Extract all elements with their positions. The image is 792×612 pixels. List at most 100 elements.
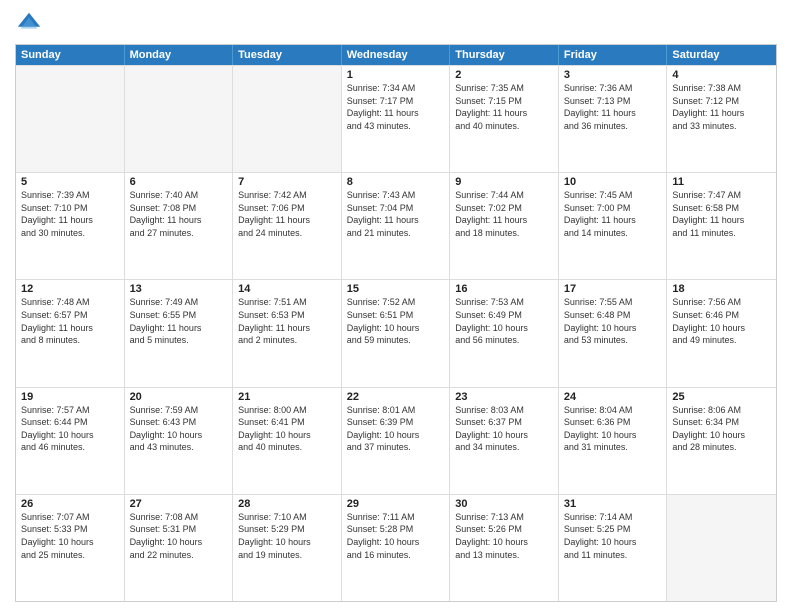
cell-info-line: Sunset: 7:08 PM: [130, 202, 228, 215]
day-cell-16: 16Sunrise: 7:53 AMSunset: 6:49 PMDayligh…: [450, 280, 559, 386]
cell-info-line: Sunrise: 7:49 AM: [130, 296, 228, 309]
day-number: 30: [455, 498, 553, 510]
day-cell-13: 13Sunrise: 7:49 AMSunset: 6:55 PMDayligh…: [125, 280, 234, 386]
cell-info-line: Sunset: 6:55 PM: [130, 309, 228, 322]
calendar-body: 1Sunrise: 7:34 AMSunset: 7:17 PMDaylight…: [16, 65, 776, 601]
cell-info-line: Sunrise: 7:36 AM: [564, 82, 662, 95]
cell-info-line: Sunrise: 8:01 AM: [347, 404, 445, 417]
day-cell-21: 21Sunrise: 8:00 AMSunset: 6:41 PMDayligh…: [233, 388, 342, 494]
cell-info-line: Daylight: 10 hours: [564, 322, 662, 335]
day-number: 21: [238, 391, 336, 403]
week-row-1: 1Sunrise: 7:34 AMSunset: 7:17 PMDaylight…: [16, 65, 776, 172]
calendar: SundayMondayTuesdayWednesdayThursdayFrid…: [15, 44, 777, 602]
day-cell-30: 30Sunrise: 7:13 AMSunset: 5:26 PMDayligh…: [450, 495, 559, 601]
cell-info-line: Sunrise: 7:45 AM: [564, 189, 662, 202]
day-cell-18: 18Sunrise: 7:56 AMSunset: 6:46 PMDayligh…: [667, 280, 776, 386]
cell-info-line: and 33 minutes.: [672, 120, 771, 133]
day-number: 19: [21, 391, 119, 403]
day-cell-12: 12Sunrise: 7:48 AMSunset: 6:57 PMDayligh…: [16, 280, 125, 386]
day-cell-17: 17Sunrise: 7:55 AMSunset: 6:48 PMDayligh…: [559, 280, 668, 386]
cell-info-line: and 49 minutes.: [672, 334, 771, 347]
cell-info-line: Daylight: 11 hours: [347, 107, 445, 120]
cell-info-line: Daylight: 11 hours: [564, 214, 662, 227]
cell-info-line: Sunrise: 8:04 AM: [564, 404, 662, 417]
cell-info-line: Daylight: 11 hours: [347, 214, 445, 227]
day-cell-7: 7Sunrise: 7:42 AMSunset: 7:06 PMDaylight…: [233, 173, 342, 279]
empty-cell: [125, 66, 234, 172]
day-number: 23: [455, 391, 553, 403]
cell-info-line: Sunset: 6:58 PM: [672, 202, 771, 215]
day-number: 24: [564, 391, 662, 403]
cell-info-line: Sunrise: 7:51 AM: [238, 296, 336, 309]
cell-info-line: and 30 minutes.: [21, 227, 119, 240]
cell-info-line: Sunrise: 7:13 AM: [455, 511, 553, 524]
cell-info-line: Sunset: 6:43 PM: [130, 416, 228, 429]
day-cell-4: 4Sunrise: 7:38 AMSunset: 7:12 PMDaylight…: [667, 66, 776, 172]
cell-info-line: Daylight: 10 hours: [455, 322, 553, 335]
cell-info-line: and 40 minutes.: [455, 120, 553, 133]
header-day-tuesday: Tuesday: [233, 45, 342, 65]
cell-info-line: Daylight: 10 hours: [21, 536, 119, 549]
cell-info-line: and 36 minutes.: [564, 120, 662, 133]
header-day-monday: Monday: [125, 45, 234, 65]
cell-info-line: Daylight: 10 hours: [347, 322, 445, 335]
cell-info-line: and 43 minutes.: [347, 120, 445, 133]
cell-info-line: Sunrise: 7:47 AM: [672, 189, 771, 202]
cell-info-line: Sunrise: 7:52 AM: [347, 296, 445, 309]
cell-info-line: Daylight: 11 hours: [21, 322, 119, 335]
cell-info-line: Sunset: 5:31 PM: [130, 523, 228, 536]
cell-info-line: and 18 minutes.: [455, 227, 553, 240]
day-number: 6: [130, 176, 228, 188]
day-cell-26: 26Sunrise: 7:07 AMSunset: 5:33 PMDayligh…: [16, 495, 125, 601]
cell-info-line: Sunrise: 7:59 AM: [130, 404, 228, 417]
day-cell-15: 15Sunrise: 7:52 AMSunset: 6:51 PMDayligh…: [342, 280, 451, 386]
cell-info-line: Sunrise: 7:08 AM: [130, 511, 228, 524]
day-number: 3: [564, 69, 662, 81]
day-cell-20: 20Sunrise: 7:59 AMSunset: 6:43 PMDayligh…: [125, 388, 234, 494]
cell-info-line: Sunset: 7:06 PM: [238, 202, 336, 215]
cell-info-line: and 40 minutes.: [238, 441, 336, 454]
cell-info-line: and 16 minutes.: [347, 549, 445, 562]
cell-info-line: Sunrise: 7:35 AM: [455, 82, 553, 95]
cell-info-line: Sunrise: 7:40 AM: [130, 189, 228, 202]
cell-info-line: Sunset: 7:17 PM: [347, 95, 445, 108]
day-number: 17: [564, 283, 662, 295]
cell-info-line: Sunset: 6:53 PM: [238, 309, 336, 322]
cell-info-line: Sunset: 6:41 PM: [238, 416, 336, 429]
day-cell-10: 10Sunrise: 7:45 AMSunset: 7:00 PMDayligh…: [559, 173, 668, 279]
cell-info-line: Daylight: 11 hours: [21, 214, 119, 227]
cell-info-line: Sunset: 6:39 PM: [347, 416, 445, 429]
cell-info-line: Daylight: 11 hours: [455, 107, 553, 120]
cell-info-line: Sunset: 7:00 PM: [564, 202, 662, 215]
day-cell-28: 28Sunrise: 7:10 AMSunset: 5:29 PMDayligh…: [233, 495, 342, 601]
day-cell-6: 6Sunrise: 7:40 AMSunset: 7:08 PMDaylight…: [125, 173, 234, 279]
cell-info-line: and 43 minutes.: [130, 441, 228, 454]
cell-info-line: Sunrise: 7:07 AM: [21, 511, 119, 524]
cell-info-line: Daylight: 11 hours: [672, 107, 771, 120]
week-row-5: 26Sunrise: 7:07 AMSunset: 5:33 PMDayligh…: [16, 494, 776, 601]
week-row-4: 19Sunrise: 7:57 AMSunset: 6:44 PMDayligh…: [16, 387, 776, 494]
day-number: 7: [238, 176, 336, 188]
cell-info-line: and 5 minutes.: [130, 334, 228, 347]
cell-info-line: Sunset: 5:28 PM: [347, 523, 445, 536]
cell-info-line: Daylight: 10 hours: [347, 429, 445, 442]
day-cell-23: 23Sunrise: 8:03 AMSunset: 6:37 PMDayligh…: [450, 388, 559, 494]
cell-info-line: Sunset: 5:29 PM: [238, 523, 336, 536]
cell-info-line: Daylight: 10 hours: [238, 429, 336, 442]
cell-info-line: and 21 minutes.: [347, 227, 445, 240]
cell-info-line: Sunrise: 8:06 AM: [672, 404, 771, 417]
cell-info-line: Sunrise: 7:38 AM: [672, 82, 771, 95]
cell-info-line: and 37 minutes.: [347, 441, 445, 454]
day-number: 18: [672, 283, 771, 295]
cell-info-line: Daylight: 11 hours: [564, 107, 662, 120]
cell-info-line: Daylight: 11 hours: [130, 214, 228, 227]
cell-info-line: and 46 minutes.: [21, 441, 119, 454]
day-cell-11: 11Sunrise: 7:47 AMSunset: 6:58 PMDayligh…: [667, 173, 776, 279]
logo: [15, 10, 47, 38]
cell-info-line: Daylight: 10 hours: [455, 536, 553, 549]
day-number: 12: [21, 283, 119, 295]
day-number: 26: [21, 498, 119, 510]
day-number: 29: [347, 498, 445, 510]
day-number: 16: [455, 283, 553, 295]
cell-info-line: Sunrise: 7:39 AM: [21, 189, 119, 202]
